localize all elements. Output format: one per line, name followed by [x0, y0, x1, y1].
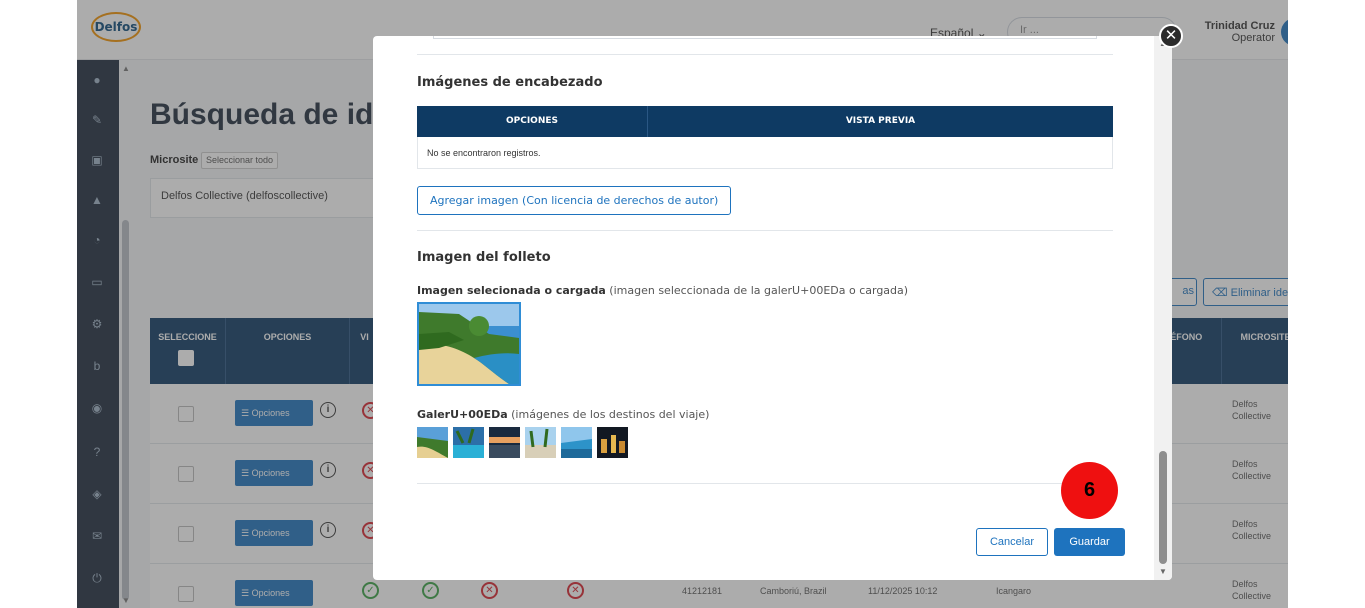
margin-right	[1288, 0, 1365, 608]
gallery-thumbnail[interactable]	[561, 427, 592, 458]
header-images-table-head: OPCIONES VISTA PREVIA	[417, 106, 1113, 137]
modal-scrollbar-thumb[interactable]	[1159, 451, 1167, 564]
selected-brochure-image[interactable]	[417, 302, 521, 386]
close-icon[interactable]: ✕	[1159, 24, 1183, 48]
col-options: OPCIONES	[417, 106, 648, 137]
step-number-badge: 6	[1061, 462, 1118, 519]
gallery-thumbnail[interactable]	[489, 427, 520, 458]
divider	[417, 54, 1113, 55]
gallery-thumbnail[interactable]	[453, 427, 484, 458]
col-preview: VISTA PREVIA	[845, 116, 916, 126]
selected-image-label: Imagen selecionada o cargada (imagen sel…	[417, 284, 909, 297]
edit-images-modal: Imágenes de encabezado OPCIONES VISTA PR…	[373, 36, 1172, 580]
modal-scrollbar[interactable]: ▲ ▼	[1154, 36, 1172, 580]
no-records-message: No se encontraron registros.	[417, 137, 1113, 169]
cancel-button[interactable]: Cancelar	[976, 528, 1048, 556]
divider	[417, 483, 1113, 484]
margin-left	[0, 0, 77, 608]
gallery-label: GalerU+00EDa (imágenes de los destinos d…	[417, 408, 710, 421]
gallery-thumbnail[interactable]	[525, 427, 556, 458]
beach-image	[419, 304, 519, 384]
header-images-title: Imágenes de encabezado	[417, 75, 603, 90]
save-button[interactable]: Guardar	[1054, 528, 1125, 556]
add-image-button[interactable]: Agregar imagen (Con licencia de derechos…	[417, 186, 732, 215]
scroll-down-icon[interactable]: ▼	[1159, 567, 1167, 576]
gallery-thumbnail[interactable]	[597, 427, 628, 458]
gallery-thumbnail[interactable]	[417, 427, 448, 458]
scrolled-input-edge	[433, 36, 1097, 39]
divider	[417, 230, 1113, 231]
brochure-image-title: Imagen del folleto	[417, 250, 551, 265]
